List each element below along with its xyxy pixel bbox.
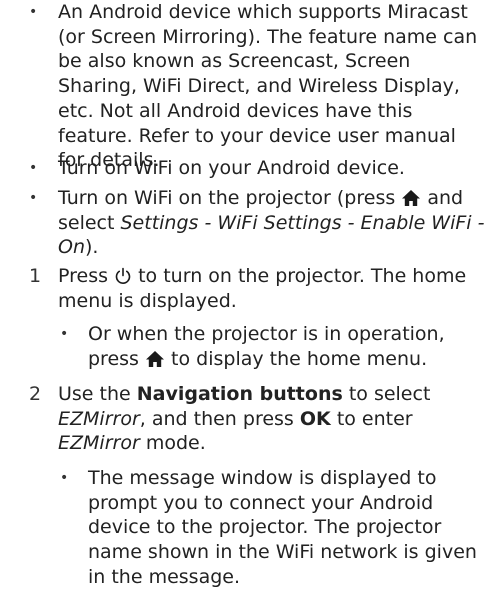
- step-1-subitem: • Or when the projector is in operation,…: [0, 322, 486, 374]
- step-number: 2: [29, 383, 42, 405]
- step-number: 1: [29, 265, 42, 287]
- bullet-marker: •: [29, 4, 38, 20]
- bullet-marker: •: [29, 160, 38, 176]
- ezmirror-label: EZMirror: [58, 407, 140, 430]
- requirement-item: • Turn on WiFi on your Android device.: [0, 156, 486, 182]
- step-text: Use the Navigation buttons to select EZM…: [58, 383, 431, 455]
- ok-label: OK: [299, 407, 331, 430]
- step-text: Press to turn on the projector. The home…: [58, 265, 467, 312]
- bullet-marker: •: [60, 326, 69, 342]
- bullet-marker: •: [60, 470, 69, 486]
- requirement-text: An Android device which supports Miracas…: [58, 1, 478, 172]
- step-1: 1 Press to turn on the projector. The ho…: [0, 264, 486, 316]
- power-icon: [115, 267, 131, 284]
- bullet-marker: •: [29, 190, 38, 206]
- step-subtext: Or when the projector is in operation, p…: [88, 323, 445, 370]
- requirement-item: • Turn on WiFi on the projector (press a…: [0, 186, 486, 262]
- menu-path: Settings - WiFi Settings - Enable WiFi -…: [58, 211, 485, 259]
- requirement-text: Turn on WiFi on the projector (press and…: [58, 187, 485, 259]
- requirement-text: Turn on WiFi on your Android device.: [58, 157, 405, 179]
- ezmirror-label: EZMirror: [58, 432, 140, 455]
- requirement-item: • An Android device which supports Mirac…: [0, 0, 486, 171]
- home-icon: [402, 190, 421, 206]
- step-2: 2 Use the Navigation buttons to select E…: [0, 382, 486, 458]
- step-subtext: The message window is displayed to promp…: [88, 467, 477, 588]
- instruction-page: • An Android device which supports Mirac…: [0, 0, 486, 609]
- navigation-buttons-label: Navigation buttons: [136, 383, 343, 405]
- home-icon: [146, 350, 164, 367]
- step-2-subitem: • The message window is displayed to pro…: [0, 466, 486, 596]
